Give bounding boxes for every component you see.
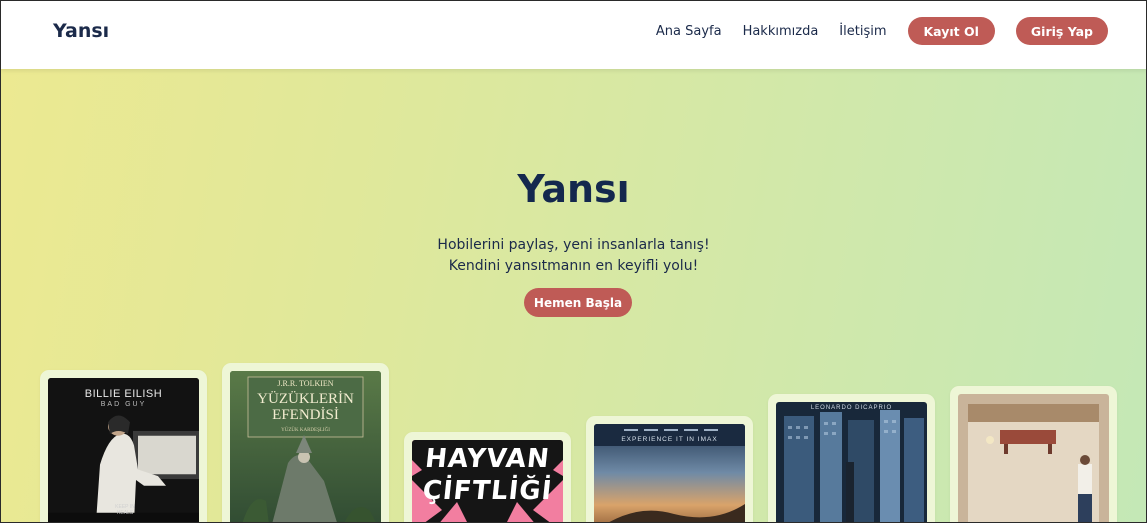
tolkien-title-line-1: YÜZÜKLERİN	[257, 391, 354, 407]
register-button[interactable]: Kayıt Ol	[907, 17, 995, 45]
room-artwork	[958, 394, 1109, 522]
cover-billie-eilish: BILLIE EILISH BAD GUY KEEP IN HEALS	[48, 378, 199, 522]
cover-card-dicaprio[interactable]: LEONARDO DICAPRIO	[768, 394, 935, 522]
cover-imax: EXPERIENCE IT IN IMAX	[594, 424, 745, 522]
tolkien-author: J.R.R. TOLKIEN	[277, 379, 334, 388]
brand-logo[interactable]: Yansı	[53, 20, 109, 42]
cover-animal-farm: HAYVAN ÇİFTLİĞİ	[412, 440, 563, 522]
billie-footer-text: KEEP IN HEALS	[115, 504, 135, 516]
cover-dicaprio: LEONARDO DICAPRIO	[776, 402, 927, 522]
get-started-button[interactable]: Hemen Başla	[524, 288, 632, 317]
nav-link-about[interactable]: Hakkımızda	[743, 24, 819, 39]
dicaprio-actor-name: LEONARDO DICAPRIO	[810, 405, 893, 411]
animal-farm-title-line-2: ÇİFTLİĞİ	[421, 476, 554, 506]
dicaprio-artwork	[776, 402, 927, 522]
billie-album-name: BAD GUY	[100, 401, 147, 408]
nav-links: Ana Sayfa Hakkımızda İletişim Kayıt Ol G…	[656, 17, 1108, 45]
hero-subtitle-line-2: Kendini yansıtmanın en keyifli yolu!	[448, 258, 699, 274]
cover-card-imax[interactable]: EXPERIENCE IT IN IMAX	[586, 416, 753, 522]
imax-tagline: EXPERIENCE IT IN IMAX	[621, 436, 718, 443]
hero-section: Yansı Hobilerini paylaş, yeni insanlarla…	[1, 69, 1146, 522]
nav-link-contact[interactable]: İletişim	[839, 24, 886, 39]
tolkien-title-line-2: EFENDİSİ	[272, 407, 339, 423]
login-button[interactable]: Giriş Yap	[1015, 17, 1108, 45]
billie-artist-name: BILLIE EILISH	[84, 388, 163, 400]
cover-tolkien: J.R.R. TOLKIEN YÜZÜKLERİN EFENDİSİ Yüzük…	[230, 371, 381, 522]
nav-link-home[interactable]: Ana Sayfa	[656, 24, 722, 39]
animal-farm-title-line-1: HAYVAN	[423, 444, 552, 474]
cover-room	[958, 394, 1109, 522]
tolkien-credit: Yüzük Kardeşliği	[281, 428, 330, 433]
navbar: Yansı Ana Sayfa Hakkımızda İletişim Kayı…	[1, 1, 1146, 69]
page-frame: Yansı Ana Sayfa Hakkımızda İletişim Kayı…	[0, 0, 1147, 523]
cover-card-billie-eilish[interactable]: BILLIE EILISH BAD GUY KEEP IN HEALS	[40, 370, 207, 522]
hero-subtitle: Hobilerini paylaş, yeni insanlarla tanış…	[1, 235, 1146, 277]
cover-card-room[interactable]	[950, 386, 1117, 522]
cover-card-animal-farm[interactable]: HAYVAN ÇİFTLİĞİ	[404, 432, 571, 522]
cover-card-tolkien[interactable]: J.R.R. TOLKIEN YÜZÜKLERİN EFENDİSİ Yüzük…	[222, 363, 389, 522]
hero-subtitle-line-1: Hobilerini paylaş, yeni insanlarla tanış…	[437, 237, 710, 253]
hero-title: Yansı	[517, 167, 630, 211]
